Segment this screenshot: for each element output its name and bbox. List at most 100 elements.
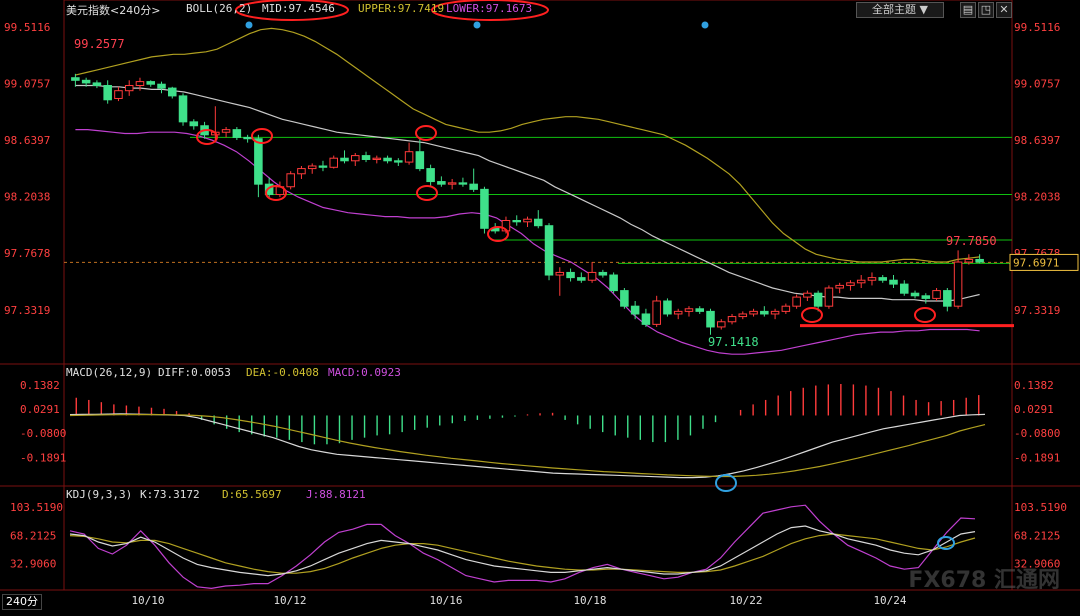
- candle-body: [415, 151, 425, 170]
- boll-label: BOLL(26,2): [186, 2, 253, 15]
- plot-frame: [63, 0, 1013, 591]
- candle-body: [867, 277, 877, 281]
- candle-body: [286, 173, 295, 188]
- x-axis-date-label: 10/24: [873, 594, 906, 607]
- candle-body: [856, 279, 866, 284]
- candle-body: [103, 85, 112, 101]
- candle-body: [620, 290, 629, 307]
- candle-body: [458, 182, 468, 185]
- restore-icon-button[interactable]: ◳: [978, 2, 994, 18]
- candle-body: [932, 290, 941, 299]
- candle-body: [975, 258, 984, 263]
- candle-body: [480, 188, 489, 229]
- kdj-d-value: D:65.5697: [222, 488, 282, 501]
- candle-body: [329, 157, 339, 168]
- macd-tick-label-right: 0.0291: [1014, 403, 1054, 416]
- kdj-tick-label-left: 68.2125: [10, 529, 56, 542]
- candle-body: [835, 284, 844, 289]
- chart-stage[interactable]: 99.5116 99.5116 99.0757 99.0757 98.6397 98.63…: [0, 0, 1080, 612]
- candle-body: [716, 321, 726, 328]
- macd-label: MACD(26,12,9): [66, 366, 153, 379]
- theme-select-label: 全部主题: [872, 3, 917, 16]
- period-select-button[interactable]: 240分: [2, 594, 42, 610]
- candle-body: [447, 182, 457, 185]
- macd-tick-label-left: 0.1382: [20, 379, 60, 392]
- candle-body: [512, 220, 522, 223]
- candle-body: [695, 308, 705, 312]
- candle-body: [641, 313, 651, 325]
- candle-body: [577, 277, 586, 281]
- low-price-annotation: 97.1418: [708, 335, 759, 349]
- boll-mid-line: [75, 84, 980, 302]
- x-axis-date-label: 10/10: [131, 594, 164, 607]
- kdj-j-value: J:88.8121: [306, 488, 366, 501]
- candle-body: [943, 290, 952, 307]
- candle-body: [92, 82, 102, 87]
- candle-body: [760, 310, 769, 315]
- candle-body: [813, 292, 823, 307]
- candle-body: [135, 81, 145, 87]
- last-price-tag-label: 97.6971: [1013, 256, 1059, 269]
- candle-body: [523, 218, 532, 223]
- recent-high-annotation: 97.7850: [946, 234, 997, 248]
- candle-body: [340, 157, 349, 162]
- macd-tick-label-left: 0.0291: [20, 403, 60, 416]
- kdj-tick-label-left: 103.5190: [10, 501, 63, 514]
- candle-body: [878, 277, 888, 281]
- candle-body: [824, 287, 834, 307]
- candle-body: [684, 308, 694, 312]
- candle-body: [921, 295, 931, 299]
- price-tick-label-left: 98.6397: [4, 134, 50, 147]
- candle-body: [555, 271, 565, 276]
- candle-body: [350, 155, 360, 162]
- candle-body: [167, 87, 177, 97]
- chevron-down-icon: ▼: [919, 3, 928, 16]
- candle-body: [318, 165, 328, 168]
- toggle-icon-button[interactable]: ▤: [960, 2, 976, 18]
- candle-body: [803, 292, 812, 298]
- x-axis-date-label: 10/18: [573, 594, 606, 607]
- candle-body: [254, 138, 263, 185]
- candle-body: [609, 274, 618, 292]
- boll-lower-line: [75, 129, 980, 355]
- kdj-label: KDJ(9,3,3): [66, 488, 133, 501]
- x-axis-date-label: 10/12: [273, 594, 306, 607]
- candle-body: [738, 313, 748, 318]
- candle-body: [404, 151, 414, 163]
- candle-body: [232, 129, 242, 138]
- candle-body: [157, 83, 166, 89]
- candle-body: [437, 181, 446, 185]
- candle-body: [221, 129, 231, 133]
- kdj-k-value: K:73.3172: [140, 488, 200, 501]
- candle-body: [372, 157, 382, 160]
- candle-body: [953, 261, 963, 307]
- candle-body: [178, 95, 188, 123]
- theme-select-button[interactable]: 全部主题 ▼: [856, 2, 944, 18]
- candle-body: [146, 81, 156, 85]
- candle-body: [243, 136, 252, 140]
- candle-body: [630, 305, 640, 315]
- kdj-tick-label-left: 32.9060: [10, 558, 56, 571]
- boll-upper-value: UPPER:97.7419: [358, 2, 445, 15]
- candle-body: [910, 292, 920, 297]
- price-tick-label-right: 97.3319: [1014, 304, 1060, 317]
- kdj-tick-label-right: 103.5190: [1014, 501, 1067, 514]
- candle-body: [383, 157, 392, 162]
- macd-tick-label-right: 0.1382: [1014, 379, 1054, 392]
- price-tick-label-right: 99.0757: [1014, 77, 1060, 90]
- high-price-annotation: 99.2577: [74, 37, 125, 51]
- macd-tick-label-left: -0.1891: [20, 451, 66, 464]
- chart-canvas[interactable]: 99.5116 99.5116 99.0757 99.0757 98.6397 98.63…: [0, 0, 1080, 612]
- candle-body: [781, 305, 791, 312]
- price-tick-label-right: 99.5116: [1014, 21, 1060, 34]
- candle-body: [394, 160, 403, 163]
- candle-body: [663, 300, 672, 315]
- macd-tick-label-left: -0.0800: [20, 427, 66, 440]
- candle-body: [749, 310, 758, 315]
- highlight-circle: [914, 307, 936, 323]
- event-marker-icon: [245, 21, 253, 29]
- candle-body: [544, 225, 554, 276]
- candle-body: [792, 296, 801, 307]
- candle-body: [673, 310, 683, 315]
- close-icon-button[interactable]: ✕: [996, 2, 1012, 18]
